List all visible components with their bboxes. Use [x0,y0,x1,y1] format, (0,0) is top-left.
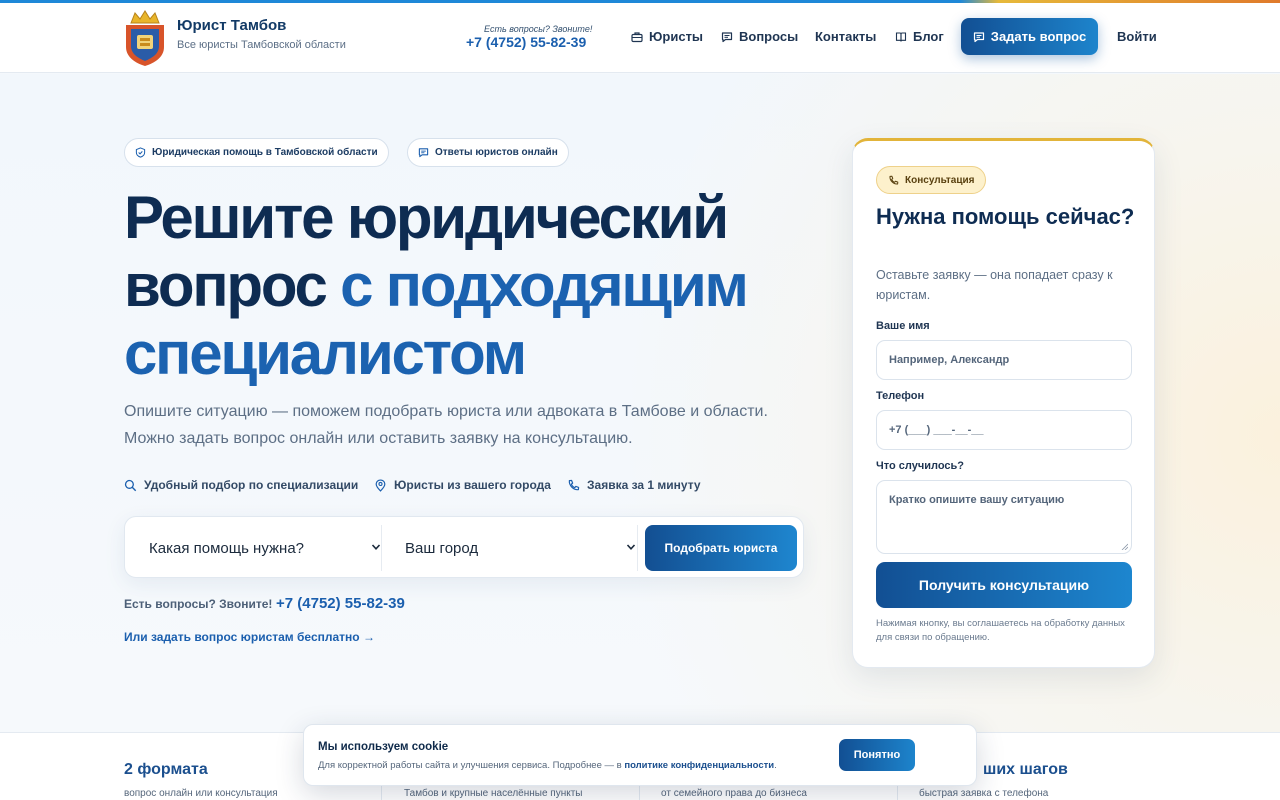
login-link[interactable]: Войти [1117,29,1157,44]
nav-item-contacts[interactable]: Контакты [815,29,876,44]
city-select[interactable]: Ваш город [405,527,636,569]
form-title: Нужна помощь сейчас? [876,204,1135,229]
get-consultation-button[interactable]: Получить консультацию [876,562,1132,608]
feature-label: Заявка за 1 минуту [587,478,701,492]
problem-textarea[interactable]: Кратко опишите вашу ситуацию [876,480,1132,554]
ask-question-button[interactable]: Задать вопрос [961,18,1098,55]
site-header: Юрист Тамбов Все юристы Тамбовской облас… [0,3,1280,73]
name-input[interactable]: Например, Александр [876,340,1132,380]
cookie-accept-button[interactable]: Понятно [839,739,915,771]
shield-icon [135,147,146,158]
coat-of-arms-logo[interactable] [122,9,168,67]
consultation-badge: Консультация [876,166,987,194]
hero-title-part: Решите юридический [124,184,729,251]
brand-subtitle: Все юристы Тамбовской области [177,39,346,51]
select-divider [637,525,638,571]
form-subtitle: Оставьте заявку — она попадает сразу к ю… [876,268,1113,302]
chip-label: Юридическая помощь в Тамбовской области [152,147,378,158]
questions-label: Есть вопросы? Звоните! [124,597,273,611]
phone-label: Телефон [876,390,925,402]
resize-handle-icon[interactable] [1121,543,1128,550]
feature-label: Юристы из вашего города [394,478,551,492]
chip-legal-help: Юридическая помощь в Тамбовской области [124,138,389,167]
header-phone-label: Есть вопросы? Звоните! [484,24,593,34]
hero-lead: Опишите ситуацию — поможем подобрать юри… [124,398,804,452]
phone-icon [889,175,899,184]
lawyer-search-bar: Какая помощь нужна? Ваш город Подобрать … [124,516,804,578]
phone-icon [568,479,580,490]
nav-label: Юристы [649,29,704,44]
chevron-down-icon [371,544,381,550]
hero-title-accent: с подходящим [340,252,749,319]
ask-question-label: Задать вопрос [990,29,1087,44]
book-icon [895,31,907,42]
select-divider [381,525,382,571]
help-type-select[interactable]: Какая помощь нужна? [149,527,381,569]
consultation-form-card: Консультация Нужна помощь сейчас? Оставь… [852,138,1155,668]
hero-title-accent: специалистом [124,320,527,387]
feature-label: Удобный подбор по специализации [144,478,359,492]
phone-placeholder: +7 (___) ___-__-__ [889,424,984,436]
privacy-policy-link[interactable]: политике конфиденциальности [624,760,774,771]
nav-item-blog[interactable]: Блог [895,29,944,44]
name-label: Ваше имя [876,320,930,332]
feature-local-lawyers: Юристы из вашего города [374,478,551,492]
cookie-text: Для корректной работы сайта и улучшения … [318,760,777,771]
briefcase-icon [631,31,643,42]
message-icon [973,31,984,42]
hero-lead-line: Можно задать вопрос онлайн или оставить … [124,430,633,447]
chip-label: Ответы юристов онлайн [435,147,558,158]
nav-label: Контакты [815,29,877,44]
problem-placeholder: Кратко опишите вашу ситуацию [889,494,1065,506]
stat-subtitle: Тамбов и крупные населённые пункты [404,788,583,799]
stat-subtitle: от семейного права до бизнеса [661,788,807,799]
city-value: Ваш город [405,539,479,557]
map-pin-icon [375,478,386,492]
stat-title: ших шагов [983,761,1068,778]
phone-input[interactable]: +7 (___) ___-__-__ [876,410,1132,450]
badge-label: Консультация [905,174,975,186]
stat-subtitle: быстрая заявка с телефона [919,788,1049,799]
nav-label: Вопросы [739,29,799,44]
name-placeholder: Например, Александр [889,354,1010,366]
questions-phone-link[interactable]: +7 (4752) 55-82-39 [276,595,405,612]
feature-quick-request: Заявка за 1 минуту [567,478,701,492]
help-type-value: Какая помощь нужна? [149,539,305,557]
stat-subtitle: вопрос онлайн или консультация [124,788,278,799]
hero-lead-line: Опишите ситуацию — поможем подобрать юри… [124,403,768,420]
header-phone-link[interactable]: +7 (4752) 55-82-39 [466,34,586,50]
cookie-banner: Мы используем cookie Для корректной рабо… [303,724,977,786]
nav-item-questions[interactable]: Вопросы [721,29,798,44]
problem-label: Что случилось? [876,460,964,472]
feature-specialization: Удобный подбор по специализации [124,478,358,492]
nav-label: Блог [913,29,944,44]
stat-title: 2 формата [124,761,208,778]
nav-item-lawyers[interactable]: Юристы [631,29,703,44]
chevron-down-icon [626,544,636,550]
cookie-text-after: . [774,760,777,771]
chip-online-answers: Ответы юристов онлайн [407,138,569,167]
consent-note: Нажимая кнопку, вы соглашаетесь на обраб… [876,618,1125,643]
hero-title: Решите юридический вопрос с подходящим с… [124,184,824,388]
free-question-link[interactable]: Или задать вопрос юристам бесплатно → [124,630,375,644]
message-icon [721,31,733,42]
cookie-text-before: Для корректной работы сайта и улучшения … [318,760,625,771]
message-icon [418,148,429,158]
brand-title[interactable]: Юрист Тамбов [177,17,286,34]
search-icon [124,479,137,491]
hero-title-part: вопрос [124,252,328,319]
cookie-title: Мы используем cookie [318,741,449,753]
find-lawyer-button[interactable]: Подобрать юриста [645,525,797,571]
